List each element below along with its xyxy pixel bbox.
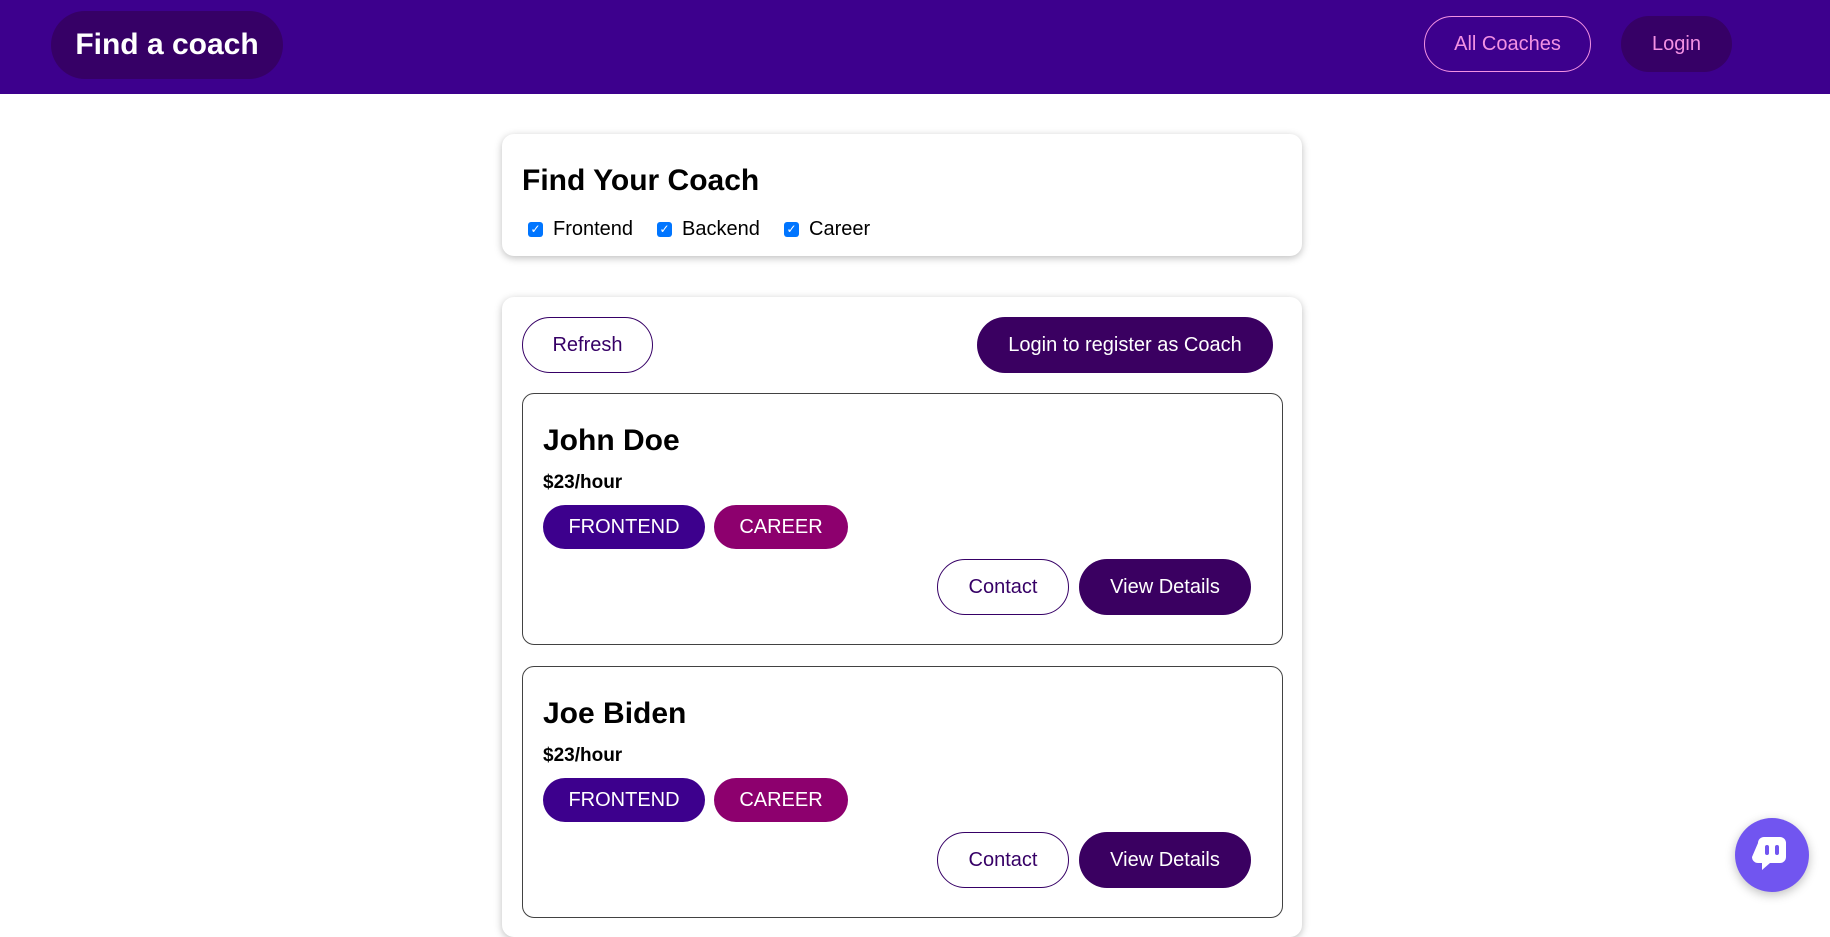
login-link[interactable]: Login [1621, 16, 1732, 72]
coach-name: John Doe [543, 424, 680, 457]
register-coach-button[interactable]: Login to register as Coach [977, 317, 1273, 373]
view-details-button[interactable]: View Details [1079, 832, 1251, 888]
filter-career[interactable]: ✓ Career [784, 214, 870, 244]
filter-frontend[interactable]: ✓ Frontend [528, 214, 633, 244]
chat-icon [1752, 837, 1786, 870]
coach-rate: $23/hour [543, 472, 623, 493]
coach-list-panel: Refresh Login to register as Coach John … [502, 297, 1302, 937]
site-header: Find a coach All Coaches Login [0, 0, 1830, 94]
all-coaches-link[interactable]: All Coaches [1424, 16, 1591, 72]
filter-panel: Find Your Coach ✓ Frontend ✓ Backend ✓ C… [502, 134, 1302, 256]
badge-career: CAREER [714, 778, 848, 822]
filter-backend-label: Backend [682, 217, 760, 240]
coach-card: Joe Biden $23/hour FRONTEND CAREER Conta… [522, 666, 1283, 918]
coach-card: John Doe $23/hour FRONTEND CAREER Contac… [522, 393, 1283, 645]
badge-frontend: FRONTEND [543, 778, 705, 822]
coach-rate: $23/hour [543, 745, 623, 766]
badge-career: CAREER [714, 505, 848, 549]
filter-backend[interactable]: ✓ Backend [657, 214, 760, 244]
contact-button[interactable]: Contact [937, 832, 1069, 888]
view-details-button[interactable]: View Details [1079, 559, 1251, 615]
refresh-button[interactable]: Refresh [522, 317, 653, 373]
badge-frontend: FRONTEND [543, 505, 705, 549]
filter-title: Find Your Coach [522, 164, 760, 197]
filter-career-label: Career [809, 217, 871, 240]
chat-widget-button[interactable] [1735, 818, 1809, 892]
brand-link[interactable]: Find a coach [51, 11, 283, 79]
checkbox-checked-icon[interactable]: ✓ [528, 221, 543, 237]
checkbox-checked-icon[interactable]: ✓ [657, 221, 672, 237]
contact-button[interactable]: Contact [937, 559, 1069, 615]
filter-frontend-label: Frontend [553, 217, 634, 240]
checkbox-checked-icon[interactable]: ✓ [784, 221, 799, 237]
coach-name: Joe Biden [543, 697, 687, 730]
